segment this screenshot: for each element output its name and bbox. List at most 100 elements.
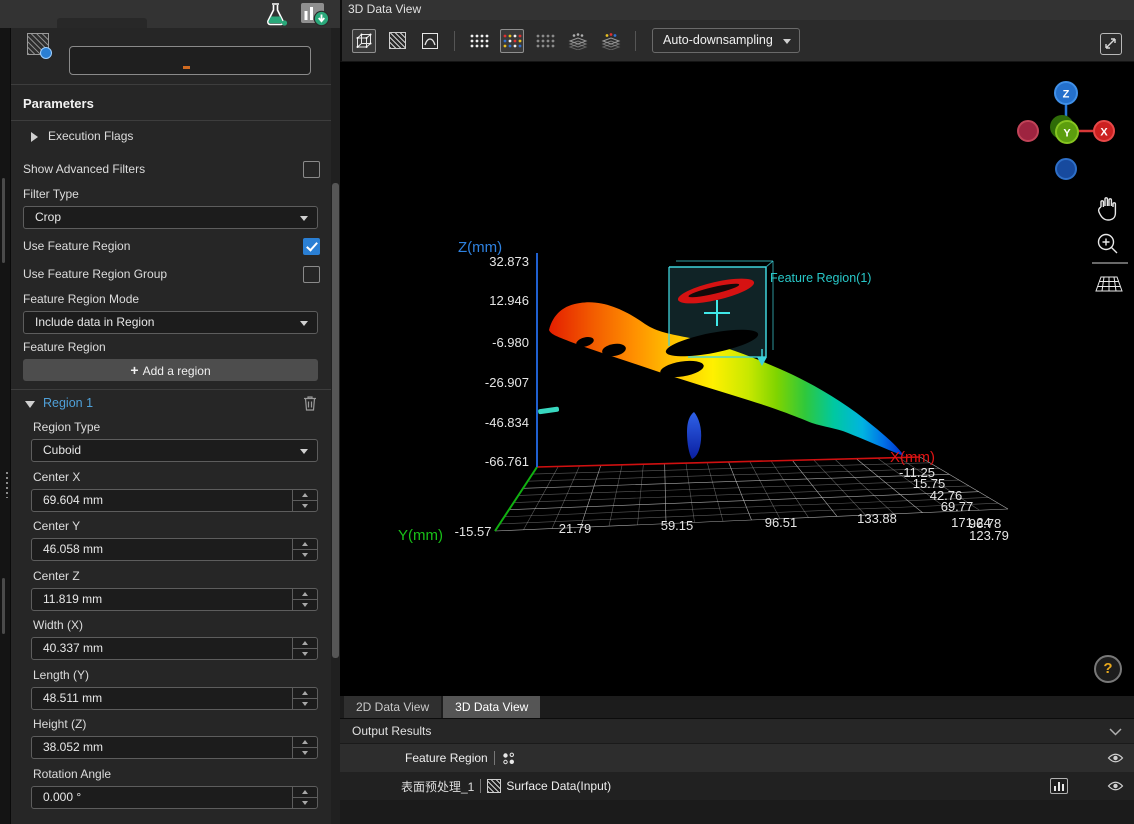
spin-down-icon[interactable] xyxy=(293,699,318,710)
tab-3d-data-view[interactable]: 3D Data View xyxy=(443,696,540,718)
spin-down-icon[interactable] xyxy=(293,550,318,561)
output-row-surface-data[interactable]: 表面预处理_1 Surface Data(Input) xyxy=(340,772,1134,800)
visibility-eye-icon[interactable] xyxy=(1107,752,1124,764)
region-type-label: Region Type xyxy=(33,420,100,434)
filter-type-select[interactable]: Crop xyxy=(23,206,318,229)
svg-text:Y: Y xyxy=(1063,128,1071,140)
expand-view-button[interactable] xyxy=(1100,33,1122,55)
view-cube-button[interactable] xyxy=(352,29,376,53)
width-x-spinbox[interactable]: 40.337 mm xyxy=(31,637,318,660)
hatch-view-button[interactable] xyxy=(385,29,409,53)
splitter-grip[interactable] xyxy=(6,472,8,498)
filter-type-value: Crop xyxy=(35,210,61,224)
region-collapse-icon[interactable] xyxy=(25,401,35,408)
rotation-angle-label: Rotation Angle xyxy=(33,767,111,781)
output-panel-filler xyxy=(340,800,1134,824)
gizmo-neg-z-handle[interactable] xyxy=(1056,159,1076,179)
spin-down-icon[interactable] xyxy=(293,748,318,759)
chevron-down-icon xyxy=(300,216,308,221)
spin-up-icon[interactable] xyxy=(293,589,318,600)
output-row-label: Feature Region xyxy=(405,751,488,765)
region-type-select[interactable]: Cuboid xyxy=(31,439,318,462)
center-z-spinbox[interactable]: 11.819 mm xyxy=(31,588,318,611)
feature-region-mode-label: Feature Region Mode xyxy=(23,292,139,306)
view-tools xyxy=(1092,198,1128,291)
svg-text:-46.834: -46.834 xyxy=(485,415,529,430)
x-tick-labels: -11.25 15.75 42.76 69.77 96.78 123.79 xyxy=(899,465,1009,543)
spin-up-icon[interactable] xyxy=(293,787,318,798)
spin-up-icon[interactable] xyxy=(293,638,318,649)
data-download-icon[interactable] xyxy=(300,2,330,27)
toolbar-separator xyxy=(635,31,636,51)
length-y-spinbox[interactable]: 48.511 mm xyxy=(31,687,318,710)
spin-up-icon[interactable] xyxy=(293,539,318,550)
app-window: Parameters Execution Flags Show Advanced… xyxy=(0,0,1134,824)
svg-text:-66.761: -66.761 xyxy=(485,454,529,469)
svg-text:96.51: 96.51 xyxy=(765,515,798,530)
zoom-tool-icon[interactable] xyxy=(1099,235,1118,254)
view-toolbar: Auto-downsampling xyxy=(340,20,1134,62)
spin-up-icon[interactable] xyxy=(293,737,318,748)
spin-down-icon[interactable] xyxy=(293,798,318,809)
chevron-down-icon[interactable] xyxy=(1109,728,1122,736)
orientation-gizmo[interactable]: Z Y X xyxy=(1018,82,1114,179)
spin-down-icon[interactable] xyxy=(293,600,318,611)
tab-2d-data-view[interactable]: 2D Data View xyxy=(344,696,441,718)
feature-region-mode-select[interactable]: Include data in Region xyxy=(23,311,318,334)
y-tick-labels: -15.57 21.79 59.15 96.51 133.88 171.24 xyxy=(455,511,991,539)
pan-hand-icon[interactable] xyxy=(1099,198,1116,220)
layers-color-button[interactable] xyxy=(599,29,623,53)
rotation-angle-spinbox[interactable]: 0.000 ° xyxy=(31,786,318,809)
help-button[interactable]: ? xyxy=(1094,655,1122,683)
gizmo-neg-x-handle[interactable] xyxy=(1018,121,1038,141)
experiment-flask-icon[interactable] xyxy=(264,2,288,27)
viewport-3d[interactable]: Feature Region(1) Z(mm) Y(mm) X(mm) 32.8… xyxy=(340,62,1134,695)
rail-scroll-thumb[interactable] xyxy=(2,178,5,263)
output-row-feature-region[interactable]: Feature Region xyxy=(340,744,1134,772)
spin-down-icon[interactable] xyxy=(293,501,318,512)
add-region-button[interactable]: +Add a region xyxy=(23,359,318,381)
execution-flags-label[interactable]: Execution Flags xyxy=(48,129,133,143)
downsampling-value: Auto-downsampling xyxy=(663,33,773,47)
region-1-title[interactable]: Region 1 xyxy=(43,396,93,410)
downsampling-dropdown[interactable]: Auto-downsampling xyxy=(652,28,800,53)
y-axis-line xyxy=(495,467,537,531)
show-advanced-filters-checkbox[interactable] xyxy=(303,161,320,178)
surface-preprocess-step-icon[interactable] xyxy=(27,33,49,55)
panel-scrollbar[interactable] xyxy=(331,28,340,824)
chevron-down-icon xyxy=(783,39,791,44)
height-z-spinbox[interactable]: 38.052 mm xyxy=(31,736,318,759)
panel-tab-notch xyxy=(57,18,147,28)
center-z-label: Center Z xyxy=(33,569,80,583)
ground-grid-toggle-icon[interactable] xyxy=(1096,277,1122,291)
curve-view-button[interactable] xyxy=(418,29,442,53)
step-name-input[interactable] xyxy=(69,46,311,75)
spin-down-icon[interactable] xyxy=(293,649,318,660)
parameters-title: Parameters xyxy=(23,96,94,111)
spin-up-icon[interactable] xyxy=(293,490,318,501)
region-group-icon xyxy=(501,751,516,766)
output-results-header[interactable]: Output Results xyxy=(340,718,1134,744)
execution-flags-expander-icon[interactable] xyxy=(31,132,38,142)
left-edge-rail xyxy=(0,28,10,824)
spin-up-icon[interactable] xyxy=(293,688,318,699)
parameters-panel: Parameters Execution Flags Show Advanced… xyxy=(10,28,340,824)
points-color-button[interactable] xyxy=(500,29,524,53)
point-cloud-sliver xyxy=(538,406,559,414)
points-white-button[interactable] xyxy=(467,29,491,53)
use-feature-region-group-checkbox[interactable] xyxy=(303,266,320,283)
visibility-eye-icon[interactable] xyxy=(1107,780,1124,792)
rail-scroll-thumb-2[interactable] xyxy=(2,578,5,634)
step-name-label: 表面预处理_1 xyxy=(401,778,474,795)
panel-scroll-thumb[interactable] xyxy=(332,183,339,658)
points-gray-button[interactable] xyxy=(533,29,557,53)
height-z-label: Height (Z) xyxy=(33,717,86,731)
trash-icon[interactable] xyxy=(302,394,318,412)
center-y-spinbox[interactable]: 46.058 mm xyxy=(31,538,318,561)
svg-text:12.946: 12.946 xyxy=(489,293,529,308)
histogram-button[interactable] xyxy=(1050,778,1068,794)
center-x-spinbox[interactable]: 69.604 mm xyxy=(31,489,318,512)
svg-text:69.77: 69.77 xyxy=(941,499,974,514)
layers-gray-button[interactable] xyxy=(566,29,590,53)
use-feature-region-checkbox[interactable] xyxy=(303,238,320,255)
